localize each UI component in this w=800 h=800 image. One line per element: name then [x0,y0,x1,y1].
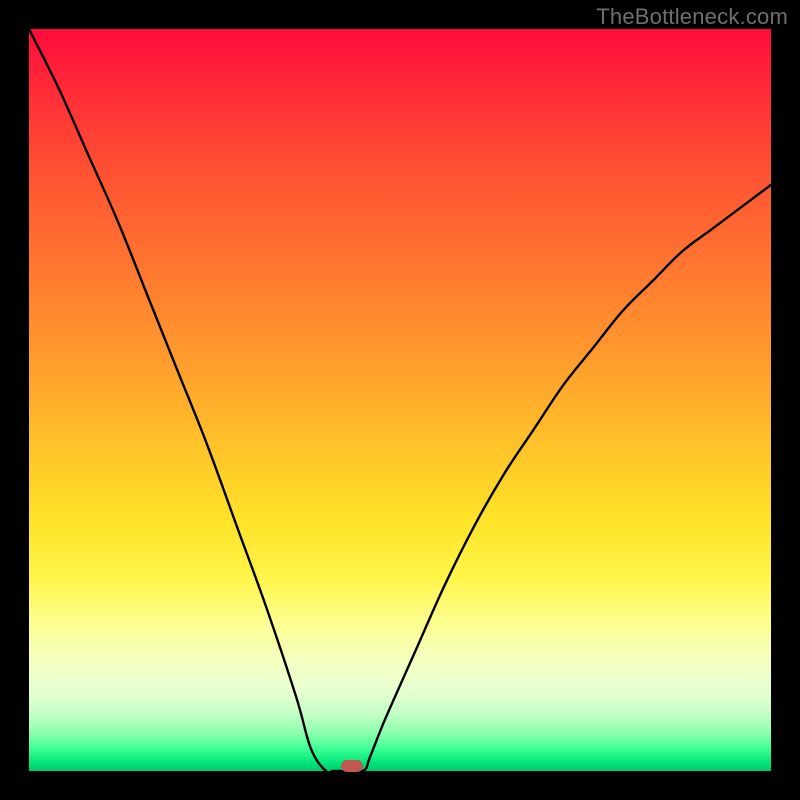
chart-frame: TheBottleneck.com [0,0,800,800]
plot-area [29,29,771,771]
bottleneck-curve [29,29,771,771]
optimal-point-marker [341,760,363,772]
watermark-text: TheBottleneck.com [596,4,788,30]
